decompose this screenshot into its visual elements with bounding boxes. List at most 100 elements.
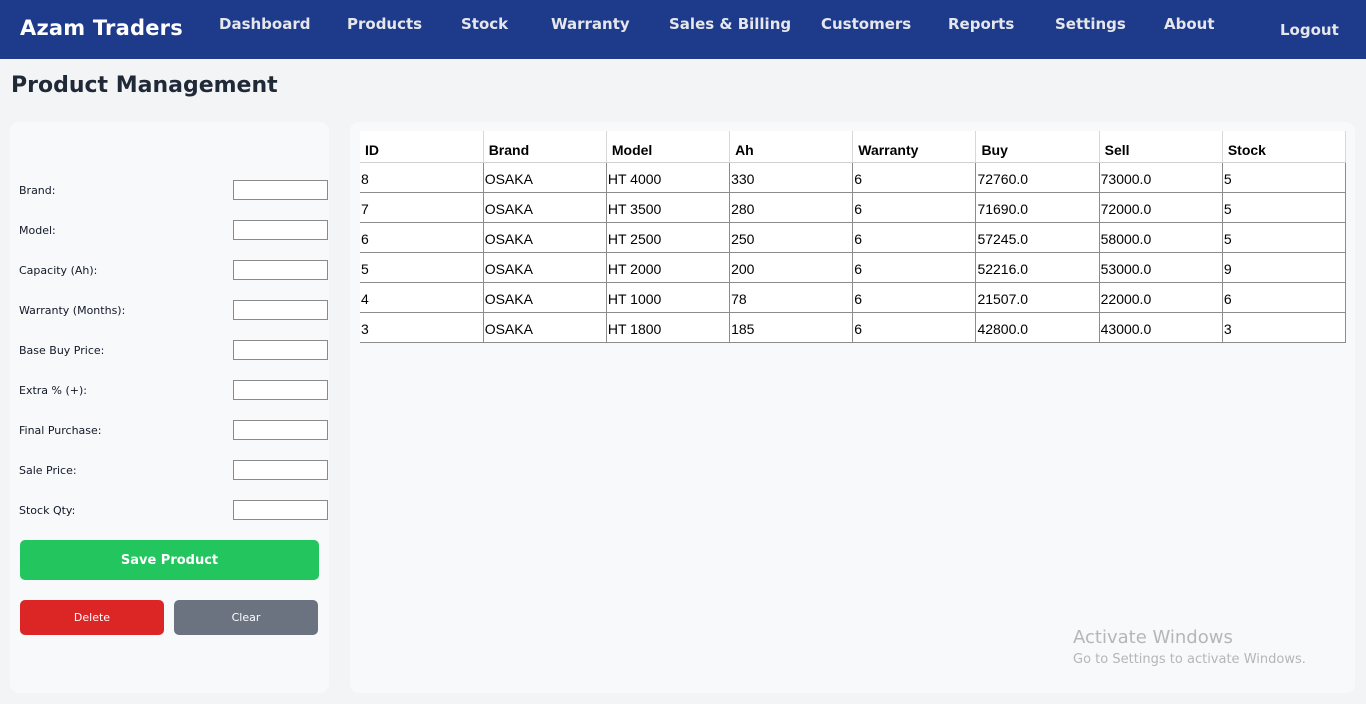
- cell-buy: 57245.0: [975, 221, 1100, 253]
- cell-warranty: 6: [852, 281, 977, 313]
- model-label: Model:: [19, 224, 56, 237]
- stock-qty-label: Stock Qty:: [19, 504, 76, 517]
- table-row[interactable]: 8 OSAKA HT 4000 330 6 72760.0 73000.0 5: [360, 161, 1347, 193]
- cell-buy: 72760.0: [975, 161, 1100, 193]
- product-form-panel: Brand: Model: Capacity (Ah): Warranty (M…: [10, 122, 329, 693]
- nav-item-warranty[interactable]: Warranty: [551, 15, 630, 33]
- form-row-final-purchase: Final Purchase:: [19, 420, 328, 442]
- final-purchase-input[interactable]: [233, 420, 328, 440]
- cell-stock: 5: [1221, 191, 1347, 223]
- cell-ah: 200: [729, 251, 854, 283]
- column-header-ah[interactable]: Ah: [729, 131, 854, 163]
- cell-warranty: 6: [852, 311, 977, 343]
- capacity-input[interactable]: [233, 260, 328, 280]
- cell-brand: OSAKA: [482, 311, 607, 343]
- cell-sell: 73000.0: [1098, 161, 1223, 193]
- cell-model: HT 2500: [605, 221, 731, 253]
- product-table-panel: ID Brand Model Ah Warranty Buy Sell Stoc…: [350, 122, 1355, 693]
- base-buy-price-label: Base Buy Price:: [19, 344, 105, 357]
- column-header-brand[interactable]: Brand: [483, 131, 607, 163]
- product-table: ID Brand Model Ah Warranty Buy Sell Stoc…: [360, 131, 1347, 343]
- cell-id: 3: [360, 311, 484, 343]
- watermark-title: Activate Windows: [1073, 627, 1233, 648]
- save-product-button[interactable]: Save Product: [20, 540, 319, 580]
- cell-stock: 9: [1221, 251, 1347, 283]
- cell-buy: 71690.0: [975, 191, 1100, 223]
- windows-activation-watermark: Activate Windows Go to Settings to activ…: [1073, 627, 1306, 668]
- column-header-id[interactable]: ID: [360, 131, 484, 163]
- nav-item-dashboard[interactable]: Dashboard: [219, 15, 310, 33]
- table-row[interactable]: 6 OSAKA HT 2500 250 6 57245.0 58000.0 5: [360, 221, 1347, 253]
- column-header-stock[interactable]: Stock: [1222, 131, 1347, 163]
- cell-id: 4: [360, 281, 484, 313]
- top-navbar: Azam Traders Dashboard Products Stock Wa…: [0, 0, 1366, 59]
- cell-stock: 3: [1221, 311, 1347, 343]
- nav-item-products[interactable]: Products: [347, 15, 422, 33]
- table-row[interactable]: 7 OSAKA HT 3500 280 6 71690.0 72000.0 5: [360, 191, 1347, 223]
- base-buy-price-input[interactable]: [233, 340, 328, 360]
- nav-item-stock[interactable]: Stock: [461, 15, 508, 33]
- cell-model: HT 1000: [605, 281, 731, 313]
- cell-stock: 5: [1221, 221, 1347, 253]
- nav-item-settings[interactable]: Settings: [1055, 15, 1126, 33]
- form-row-brand: Brand:: [19, 180, 328, 202]
- model-input[interactable]: [233, 220, 328, 240]
- warranty-input[interactable]: [233, 300, 328, 320]
- cell-model: HT 2000: [605, 251, 731, 283]
- cell-id: 8: [360, 161, 484, 193]
- cell-stock: 6: [1221, 281, 1347, 313]
- cell-stock: 5: [1221, 161, 1347, 193]
- warranty-label: Warranty (Months):: [19, 304, 126, 317]
- cell-ah: 78: [729, 281, 854, 313]
- cell-brand: OSAKA: [482, 191, 607, 223]
- cell-model: HT 3500: [605, 191, 731, 223]
- table-row[interactable]: 4 OSAKA HT 1000 78 6 21507.0 22000.0 6: [360, 281, 1347, 313]
- cell-brand: OSAKA: [482, 251, 607, 283]
- nav-item-reports[interactable]: Reports: [948, 15, 1014, 33]
- column-header-warranty[interactable]: Warranty: [852, 131, 977, 163]
- column-header-buy[interactable]: Buy: [975, 131, 1100, 163]
- nav-item-customers[interactable]: Customers: [821, 15, 911, 33]
- column-header-sell[interactable]: Sell: [1099, 131, 1223, 163]
- cell-warranty: 6: [852, 221, 977, 253]
- cell-sell: 58000.0: [1098, 221, 1223, 253]
- cell-sell: 22000.0: [1098, 281, 1223, 313]
- brand-input[interactable]: [233, 180, 328, 200]
- cell-id: 7: [360, 191, 484, 223]
- form-row-base-buy-price: Base Buy Price:: [19, 340, 328, 362]
- sale-price-label: Sale Price:: [19, 464, 77, 477]
- cell-model: HT 4000: [605, 161, 731, 193]
- logout-button[interactable]: Logout: [1280, 21, 1339, 39]
- nav-item-sales-billing[interactable]: Sales & Billing: [669, 15, 791, 33]
- sale-price-input[interactable]: [233, 460, 328, 480]
- clear-button[interactable]: Clear: [174, 600, 318, 635]
- stock-qty-input[interactable]: [233, 500, 328, 520]
- brand-label: Brand:: [19, 184, 56, 197]
- cell-ah: 185: [729, 311, 854, 343]
- cell-sell: 72000.0: [1098, 191, 1223, 223]
- app-brand: Azam Traders: [20, 16, 183, 40]
- form-row-stock-qty: Stock Qty:: [19, 500, 328, 522]
- extra-percent-label: Extra % (+):: [19, 384, 87, 397]
- cell-buy: 21507.0: [975, 281, 1100, 313]
- delete-button[interactable]: Delete: [20, 600, 164, 635]
- cell-id: 6: [360, 221, 484, 253]
- form-row-warranty: Warranty (Months):: [19, 300, 328, 322]
- cell-id: 5: [360, 251, 484, 283]
- form-row-model: Model:: [19, 220, 328, 242]
- table-header-row: ID Brand Model Ah Warranty Buy Sell Stoc…: [360, 131, 1347, 163]
- final-purchase-label: Final Purchase:: [19, 424, 102, 437]
- cell-brand: OSAKA: [482, 281, 607, 313]
- column-header-model[interactable]: Model: [606, 131, 731, 163]
- cell-ah: 280: [729, 191, 854, 223]
- page-title: Product Management: [11, 73, 278, 98]
- nav-item-about[interactable]: About: [1164, 15, 1215, 33]
- cell-ah: 330: [729, 161, 854, 193]
- cell-buy: 52216.0: [975, 251, 1100, 283]
- capacity-label: Capacity (Ah):: [19, 264, 98, 277]
- cell-sell: 53000.0: [1098, 251, 1223, 283]
- table-row[interactable]: 3 OSAKA HT 1800 185 6 42800.0 43000.0 3: [360, 311, 1347, 343]
- cell-ah: 250: [729, 221, 854, 253]
- table-row[interactable]: 5 OSAKA HT 2000 200 6 52216.0 53000.0 9: [360, 251, 1347, 283]
- extra-percent-input[interactable]: [233, 380, 328, 400]
